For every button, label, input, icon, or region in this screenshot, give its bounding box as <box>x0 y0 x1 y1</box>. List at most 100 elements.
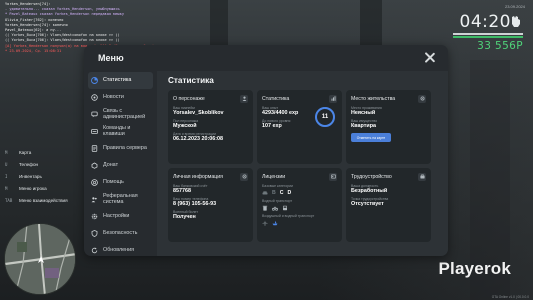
gender-value: Мужской <box>173 123 197 130</box>
referral-icon <box>91 196 98 203</box>
license-categories: B C D <box>262 190 337 196</box>
health-bar <box>453 33 523 35</box>
hotkey-item: M Меню игрока <box>5 182 68 194</box>
bus-icon <box>282 205 288 211</box>
card-stats: Статистика Ваш опыт 4293/4400 exp До нов… <box>257 90 342 164</box>
gear-icon <box>418 94 426 103</box>
military-value: Получен <box>173 214 196 221</box>
sidebar-item[interactable]: Помощь <box>88 174 153 191</box>
sidebar-item-label: Новости <box>103 93 124 100</box>
license-b: B <box>272 190 276 196</box>
sidebar-item-label: Связь с администрацией <box>103 107 146 120</box>
background-pillar <box>210 0 228 45</box>
updates-icon <box>91 247 98 254</box>
card-title: Лицензии <box>262 173 286 180</box>
air-licenses <box>262 220 337 226</box>
user-icon <box>240 94 248 103</box>
hud-top-info: 23.09.2024 <box>505 4 525 9</box>
license-d: D <box>287 190 292 196</box>
hud-money: 33 556P <box>477 40 523 52</box>
hotkey-label: Карта <box>19 149 32 155</box>
menu-header: Меню <box>84 45 448 71</box>
hotkey-key: U <box>5 161 8 167</box>
sidebar-item[interactable]: Безопасность <box>88 225 153 242</box>
employment-point-value: Отсутствует <box>351 201 384 208</box>
stats-icon <box>91 77 98 84</box>
sidebar-item[interactable]: Донат <box>88 157 153 174</box>
job-value: Безработный <box>351 188 388 194</box>
card-personal-info: Личная информация Ваш банковский счёт 85… <box>168 168 253 242</box>
sidebar-item[interactable]: Правила сервера <box>88 140 153 157</box>
level-value: 11 <box>321 114 329 120</box>
card-title: Место жительства <box>351 95 396 102</box>
hotkey-key: M <box>5 149 8 155</box>
stats-content: Статистика О персонаже Ваш никнейм Yorsa… <box>157 71 448 256</box>
phone-value: 8 (963) 105-56-93 <box>173 201 217 208</box>
card-person: О персонаже Ваш никнейм Yorsalev_Skoblik… <box>168 90 253 164</box>
hotkey-key: M <box>5 185 8 191</box>
level-ring: 11 <box>314 106 336 128</box>
chart-icon <box>329 94 337 103</box>
water-transport-label: Водный транспорт <box>262 199 293 203</box>
hotkey-label: Телефон <box>19 161 39 167</box>
security-icon <box>91 230 98 237</box>
mark-on-map-button[interactable]: Отметить на карте <box>351 133 391 143</box>
news-icon <box>91 94 98 101</box>
close-button[interactable] <box>424 52 436 64</box>
hotkey-label: Меню взаимодействия <box>19 197 68 203</box>
menu-title: Меню <box>98 53 124 63</box>
sidebar-item-label: Правила сервера <box>103 144 147 151</box>
minimap <box>4 223 76 295</box>
card-employment: Трудоустройство Ваша должность Безработн… <box>346 168 431 242</box>
sidebar-item-label: Реферальная система <box>103 192 138 205</box>
menu-window: Меню Статистика Новости Связь с администра… <box>84 45 448 256</box>
sidebar-item-label: Статистика <box>103 76 132 83</box>
rules-icon <box>91 145 98 152</box>
briefcase-icon <box>418 172 426 181</box>
sidebar-item[interactable]: Команды и клавиши <box>88 123 153 140</box>
sidebar-item[interactable]: Настройки <box>88 208 153 225</box>
hud-clock: 04:20 <box>459 12 511 32</box>
id-card-icon <box>329 172 337 181</box>
sidebar-item-label: Настройки <box>103 212 130 219</box>
sidebar-item-label: Безопасность <box>103 229 138 236</box>
hotkey-key: TAB <box>5 197 13 203</box>
card-title: Трудоустройство <box>351 173 392 180</box>
menu-sidebar: Статистика Новости Связь с администрацией К… <box>84 71 156 256</box>
content-title: Статистика <box>168 76 214 85</box>
boat-icon <box>272 220 278 226</box>
fist-icon <box>510 15 521 28</box>
card-title: О персонаже <box>173 95 205 102</box>
settings-icon <box>91 213 98 220</box>
trash-icon <box>262 205 268 211</box>
air-transport-label: Воздушный и водный транспорт <box>262 214 315 218</box>
plane-icon <box>262 220 268 226</box>
sidebar-item[interactable]: Реферальная система <box>88 191 153 208</box>
sidebar-item-label: Донат <box>103 161 119 168</box>
sidebar-item-label: Команды и клавиши <box>103 124 131 137</box>
nickname-value: Yorsalev_Skoblikov <box>173 110 224 116</box>
gear-icon <box>240 172 248 181</box>
sidebar-item[interactable]: Связь с администрацией <box>88 106 153 123</box>
background-pillar <box>360 0 382 45</box>
water-licenses <box>262 205 337 211</box>
hotkey-key: I <box>5 173 8 179</box>
sidebar-item-label: Помощь <box>103 178 124 185</box>
property-value: Квартира <box>351 123 376 130</box>
motorcycle-icon <box>272 205 278 211</box>
donate-icon <box>91 162 98 169</box>
hotkey-label: Меню игрока <box>19 185 47 191</box>
help-icon <box>91 179 98 186</box>
sidebar-item[interactable]: Статистика <box>88 72 153 89</box>
sidebar-item[interactable]: Новости <box>88 89 153 106</box>
support-icon <box>91 111 98 118</box>
sidebar-item[interactable]: Обновления <box>88 242 153 256</box>
hud-date: 23.09.2024 <box>504 4 525 9</box>
hotkey-item: M Карта <box>5 146 68 158</box>
hotkey-label: Инвентарь <box>19 173 42 179</box>
card-title: Личная информация <box>173 173 223 180</box>
license-c: C <box>279 190 284 196</box>
hotkey-list: M Карта U Телефон I Инвентарь M Меню игрока TAB М… <box>5 146 68 206</box>
sidebar-item-label: Обновления <box>103 246 135 253</box>
hotkey-item: TAB Меню взаимодействия <box>5 194 68 206</box>
